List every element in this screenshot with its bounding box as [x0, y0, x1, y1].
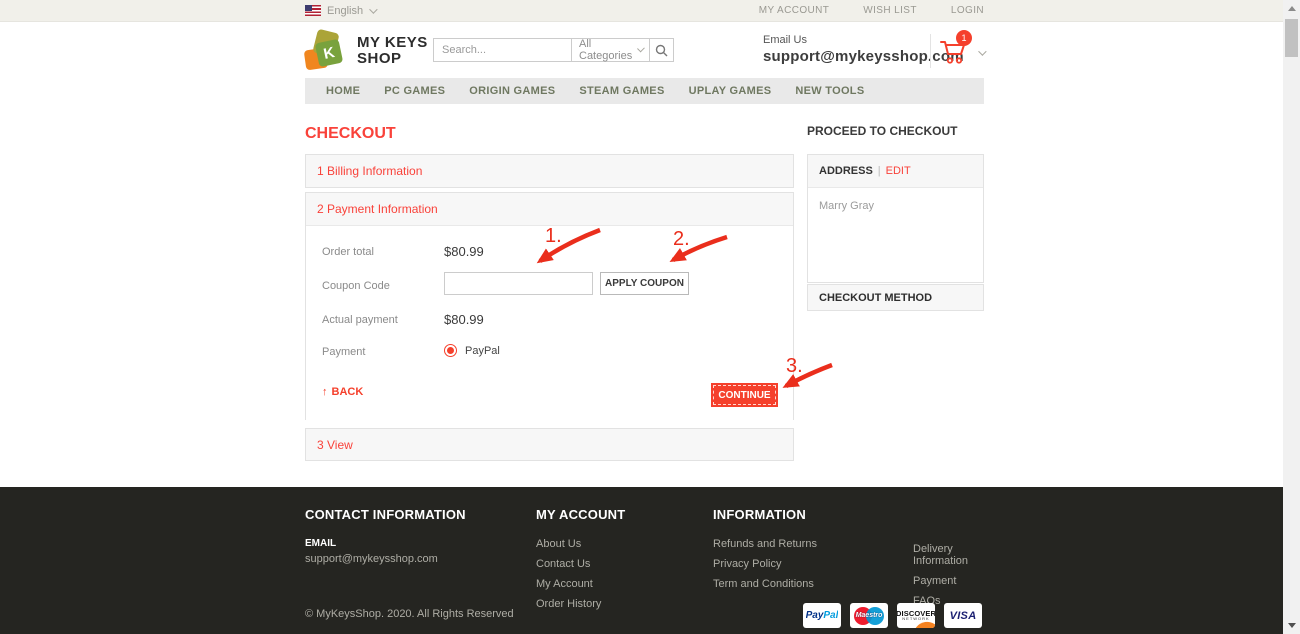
actual-payment-label: Actual payment [322, 314, 398, 326]
payment-label: Payment [322, 346, 365, 358]
payment-information-header[interactable]: 2 Payment Information [306, 193, 793, 226]
language-selector[interactable]: English [305, 5, 375, 17]
my-account-link[interactable]: MY ACCOUNT [759, 5, 830, 16]
scrollbar[interactable] [1283, 0, 1300, 634]
chevron-down-icon [637, 45, 645, 53]
header: K MY KEYS SHOP All Categories Email Us [0, 23, 1283, 78]
cart-button[interactable]: 1 [939, 30, 984, 72]
nav-pc-games[interactable]: PC GAMES [372, 85, 457, 97]
coupon-code-input[interactable] [444, 272, 593, 295]
nav-home[interactable]: HOME [314, 85, 372, 97]
back-link[interactable]: ↑ BACK [322, 386, 363, 398]
footer-email-value: support@mykeysshop.com [305, 553, 466, 565]
contact-information-title: CONTACT INFORMATION [305, 507, 466, 522]
search-bar: All Categories [433, 38, 674, 62]
address-separator: | [878, 165, 881, 177]
apply-coupon-button[interactable]: APPLY COUPON [600, 272, 689, 295]
support-email: support@mykeysshop.com [763, 47, 964, 67]
nav-new-tools[interactable]: NEW TOOLS [783, 85, 876, 97]
maestro-icon: Maestro [850, 603, 888, 628]
scrollbar-up-button[interactable] [1283, 0, 1300, 17]
view-header[interactable]: 3 View [306, 429, 793, 461]
edit-address-link[interactable]: EDIT [886, 165, 911, 177]
view-section: 3 View [305, 428, 794, 461]
address-label: ADDRESS [819, 165, 873, 177]
top-bar: English MY ACCOUNT WISH LIST LOGIN [0, 0, 1283, 22]
footer-about-us[interactable]: About Us [536, 538, 625, 550]
main-nav: HOME PC GAMES ORIGIN GAMES STEAM GAMES U… [305, 78, 984, 104]
language-label: English [327, 5, 363, 17]
nav-origin-games[interactable]: ORIGIN GAMES [457, 85, 567, 97]
scrollbar-down-button[interactable] [1283, 617, 1300, 634]
login-link[interactable]: LOGIN [951, 5, 984, 16]
paypal-icon: PayPal [803, 603, 841, 628]
proceed-to-checkout-title: PROCEED TO CHECKOUT [807, 124, 957, 138]
email-us-label: Email Us [763, 33, 964, 47]
order-total-label: Order total [322, 246, 374, 258]
footer-my-account[interactable]: My Account [536, 578, 625, 590]
actual-payment-value: $80.99 [444, 312, 484, 327]
continue-button[interactable]: CONTINUE [711, 383, 778, 407]
copyright: © MyKeysShop. 2020. All Rights Reserved [305, 608, 514, 620]
us-flag-icon [305, 5, 321, 16]
shop-logo[interactable]: K MY KEYS SHOP [305, 31, 428, 71]
my-account-title: MY ACCOUNT [536, 507, 625, 522]
footer-terms[interactable]: Term and Conditions [713, 578, 817, 590]
information-title: INFORMATION [713, 507, 817, 522]
footer-privacy[interactable]: Privacy Policy [713, 558, 817, 570]
paypal-radio[interactable] [444, 344, 457, 357]
cart-count-badge: 1 [956, 30, 972, 46]
search-button[interactable] [650, 38, 674, 62]
footer-contact-us[interactable]: Contact Us [536, 558, 625, 570]
footer: CONTACT INFORMATION EMAIL support@mykeys… [0, 487, 1283, 634]
payment-information-section: 2 Payment Information Order total $80.99… [305, 192, 794, 420]
contact-email-block: Email Us support@mykeysshop.com [763, 33, 964, 67]
chevron-down-icon [978, 47, 986, 55]
header-divider [930, 34, 931, 68]
payment-methods: PayPal Maestro DISCOVER NETWORK VISA [803, 603, 982, 628]
checkout-method-header[interactable]: CHECKOUT METHOD [807, 284, 984, 311]
logo-text: MY KEYS SHOP [357, 35, 428, 67]
coupon-code-label: Coupon Code [322, 280, 390, 292]
nav-steam-games[interactable]: STEAM GAMES [567, 85, 676, 97]
chevron-down-icon [369, 5, 377, 13]
category-dropdown[interactable]: All Categories [571, 38, 650, 62]
wish-list-link[interactable]: WISH LIST [863, 5, 917, 16]
scrollbar-thumb[interactable] [1285, 19, 1298, 57]
footer-refunds[interactable]: Refunds and Returns [713, 538, 817, 550]
visa-icon: VISA [944, 603, 982, 628]
footer-delivery[interactable]: Delivery Information [913, 543, 984, 567]
page-title: CHECKOUT [305, 125, 396, 143]
address-box: ADDRESS | EDIT Marry Gray [807, 154, 984, 283]
footer-payment[interactable]: Payment [913, 575, 984, 587]
address-name: Marry Gray [808, 188, 983, 224]
order-total-value: $80.99 [444, 244, 484, 259]
billing-information-header[interactable]: 1 Billing Information [306, 155, 793, 187]
billing-information-section: 1 Billing Information [305, 154, 794, 188]
nav-uplay-games[interactable]: UPLAY GAMES [677, 85, 784, 97]
discover-icon: DISCOVER NETWORK [897, 603, 935, 628]
search-input[interactable] [433, 38, 571, 62]
keys-logo-icon: K [305, 31, 347, 71]
footer-email-label: EMAIL [305, 538, 466, 549]
footer-order-history[interactable]: Order History [536, 598, 625, 610]
up-arrow-icon: ↑ [322, 386, 328, 398]
search-icon [655, 44, 668, 57]
paypal-label: PayPal [465, 345, 500, 357]
